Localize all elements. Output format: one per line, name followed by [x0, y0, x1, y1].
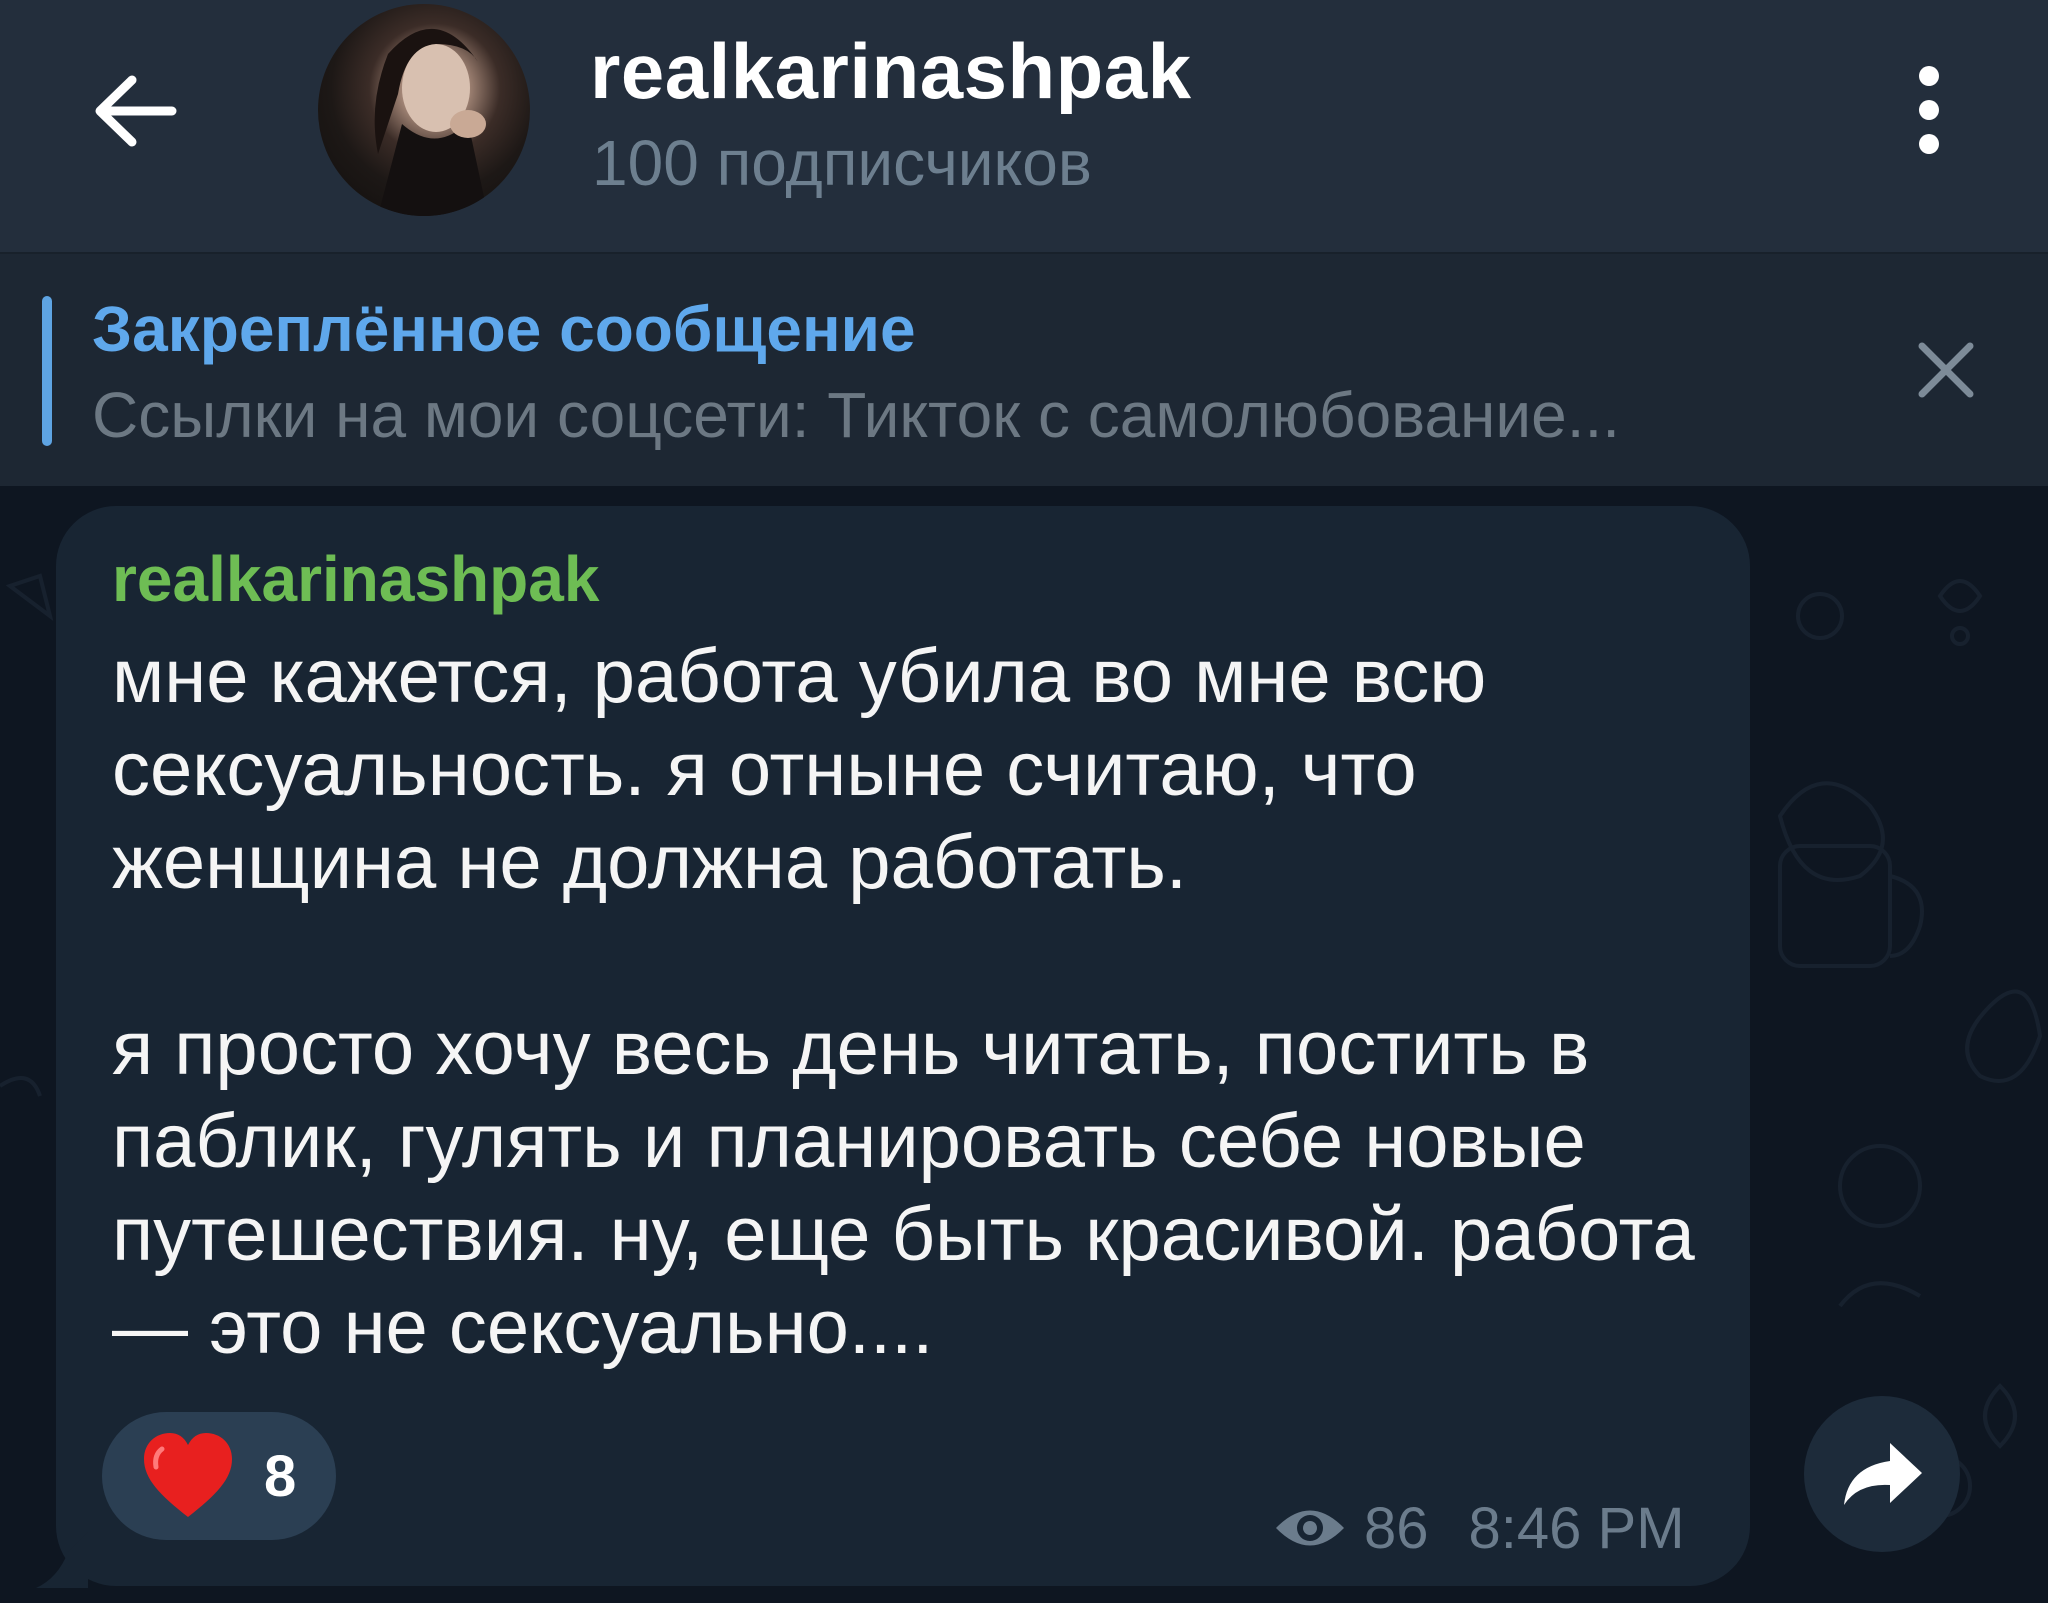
channel-title[interactable]: realkarinashpak — [590, 26, 1192, 117]
view-count: 86 — [1364, 1495, 1429, 1561]
pinned-message-bar[interactable]: Закреплённое сообщение Ссылки на мои соц… — [0, 252, 2048, 488]
more-vertical-icon-dot — [1919, 66, 1939, 86]
eye-icon — [1276, 1510, 1344, 1546]
subscriber-count: 100 подписчиков — [592, 127, 1092, 199]
message-time: 8:46 PM — [1468, 1495, 1685, 1561]
share-arrow-icon — [1844, 1443, 1922, 1505]
close-icon[interactable] — [1906, 330, 1986, 410]
pinned-preview: Ссылки на мои соцсети: Тикток с самолюбо… — [92, 379, 1621, 451]
more-options-button[interactable] — [1890, 60, 1968, 160]
chat-header: realkarinashpak 100 подписчиков — [0, 0, 2048, 252]
back-button[interactable] — [80, 56, 190, 166]
message-sender[interactable]: realkarinashpak — [112, 542, 599, 616]
more-vertical-icon-dot — [1919, 100, 1939, 120]
share-button[interactable] — [1804, 1396, 1960, 1552]
pinned-accent-line — [42, 296, 52, 446]
reaction-count: 8 — [264, 1443, 297, 1509]
channel-avatar[interactable] — [318, 4, 530, 216]
pinned-title: Закреплённое сообщение — [92, 293, 916, 365]
heart-icon — [144, 1433, 232, 1517]
message-text: мне кажется, работа убила во мне всю сек… — [112, 634, 1695, 1370]
message-meta: 86 8:46 PM — [1272, 1488, 1685, 1568]
avatar-portrait — [374, 28, 488, 216]
heart-reaction-button[interactable]: 8 — [102, 1412, 336, 1540]
arrow-left-icon — [95, 75, 177, 147]
bubble-tail — [36, 1532, 88, 1588]
more-vertical-icon-dot — [1919, 134, 1939, 154]
